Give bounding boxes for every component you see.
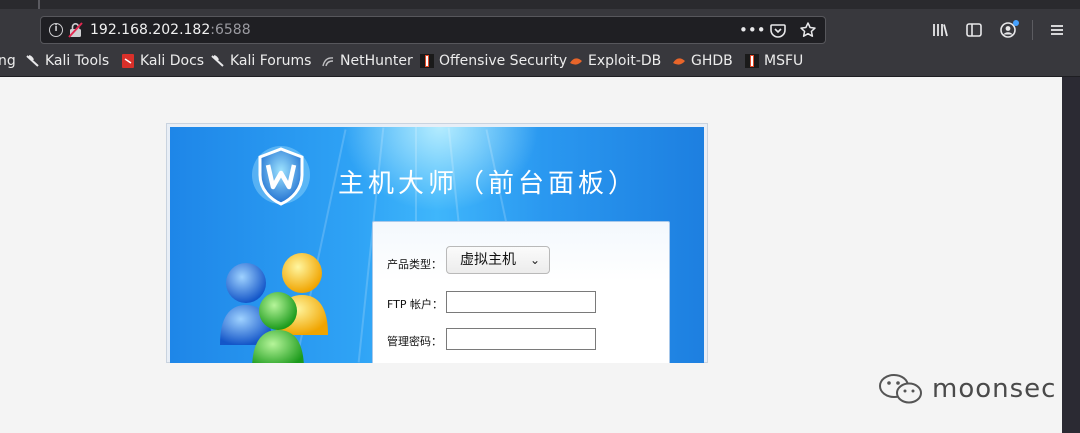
page-edge xyxy=(1062,77,1080,433)
url-port: :6588 xyxy=(210,22,251,38)
pocket-icon[interactable] xyxy=(769,21,787,39)
users-illustration-icon xyxy=(220,253,328,363)
bookmark-nethunter[interactable]: NetHunter xyxy=(321,53,413,69)
chevron-down-icon: ⌄ xyxy=(529,253,540,267)
bookmark-label: MSFU xyxy=(764,53,804,69)
admin-password-input[interactable] xyxy=(446,328,596,350)
url-bar[interactable]: i 192.168.202.182:6588 ••• xyxy=(40,16,826,44)
bookmark-label: Kali Tools xyxy=(45,53,110,69)
watermark: moonsec xyxy=(876,372,1056,406)
bookmark-star-icon[interactable] xyxy=(799,21,817,39)
url-host: 192.168.202.182 xyxy=(90,22,211,38)
kali-dragon-icon xyxy=(26,55,39,67)
bookmark-label: Exploit-DB xyxy=(588,53,662,69)
kali-dragon-icon xyxy=(211,55,224,67)
product-type-value: 虚拟主机 xyxy=(460,252,516,268)
bookmark-label: Offensive Security xyxy=(439,53,568,69)
product-type-label: 产品类型： xyxy=(387,258,442,271)
browser-toolbar: i 192.168.202.182:6588 ••• xyxy=(0,0,1080,48)
bookmark-ghdb[interactable]: GHDB xyxy=(672,53,733,69)
wechat-icon xyxy=(879,374,922,404)
ftp-account-label: FTP 帐户： xyxy=(387,298,443,311)
exploitdb-icon xyxy=(570,58,582,65)
admin-password-label: 管理密码： xyxy=(387,335,442,348)
offsec-icon xyxy=(420,54,434,68)
url-text[interactable]: 192.168.202.182:6588 xyxy=(90,22,251,38)
library-icon[interactable] xyxy=(930,20,950,40)
tab-strip xyxy=(0,0,1080,9)
bookmark-kali-tools[interactable]: Kali Tools xyxy=(26,53,109,69)
bookmark-kali-docs[interactable]: Kali Docs xyxy=(121,53,204,69)
nethunter-icon xyxy=(322,57,334,67)
login-form: 产品类型： 虚拟主机 ⌄ FTP 帐户： 管理密码： xyxy=(372,221,670,363)
sidebar-icon[interactable] xyxy=(964,20,984,40)
login-panel: 主机大师（前台面板） 产品类型： 虚拟主机 ⌄ FTP 帐户： 管理密码： xyxy=(166,123,708,363)
exploitdb-icon xyxy=(673,58,685,65)
bookmark-label: GHDB xyxy=(691,53,733,69)
tab-edge xyxy=(38,0,40,9)
watermark-text: moonsec xyxy=(932,374,1057,404)
panel-title: 主机大师（前台面板） xyxy=(338,169,639,199)
kali-docs-icon xyxy=(122,54,134,68)
bookmark-label: NetHunter xyxy=(340,53,413,69)
menu-icon[interactable] xyxy=(1047,20,1067,40)
login-banner: 主机大师（前台面板） 产品类型： 虚拟主机 ⌄ FTP 帐户： 管理密码： xyxy=(170,127,704,363)
product-type-select[interactable]: 虚拟主机 ⌄ xyxy=(446,246,550,274)
bookmarks-toolbar: ng Kali Tools Kali Docs Kali Forums NetH… xyxy=(0,48,1080,77)
bookmark-kali-forums[interactable]: Kali Forums xyxy=(211,53,311,69)
bookmark-label: ng xyxy=(0,53,16,69)
offsec-icon xyxy=(745,54,759,68)
bookmark-label: Kali Forums xyxy=(230,53,312,69)
account-icon[interactable] xyxy=(998,20,1019,40)
ftp-account-input[interactable] xyxy=(446,291,596,313)
bookmark-offensive-security[interactable]: Offensive Security xyxy=(420,53,567,69)
bookmark-exploit-db[interactable]: Exploit-DB xyxy=(569,53,661,69)
bookmark-item-truncated[interactable]: ng xyxy=(0,53,16,69)
info-icon[interactable]: i xyxy=(49,23,63,37)
insecure-lock-icon[interactable] xyxy=(68,22,83,38)
shield-logo-icon xyxy=(252,146,310,206)
bookmark-msfu[interactable]: MSFU xyxy=(745,53,803,69)
notification-dot xyxy=(1013,20,1019,26)
more-actions-icon[interactable]: ••• xyxy=(739,21,766,39)
toolbar-separator xyxy=(1032,20,1033,40)
bookmark-label: Kali Docs xyxy=(140,53,205,69)
